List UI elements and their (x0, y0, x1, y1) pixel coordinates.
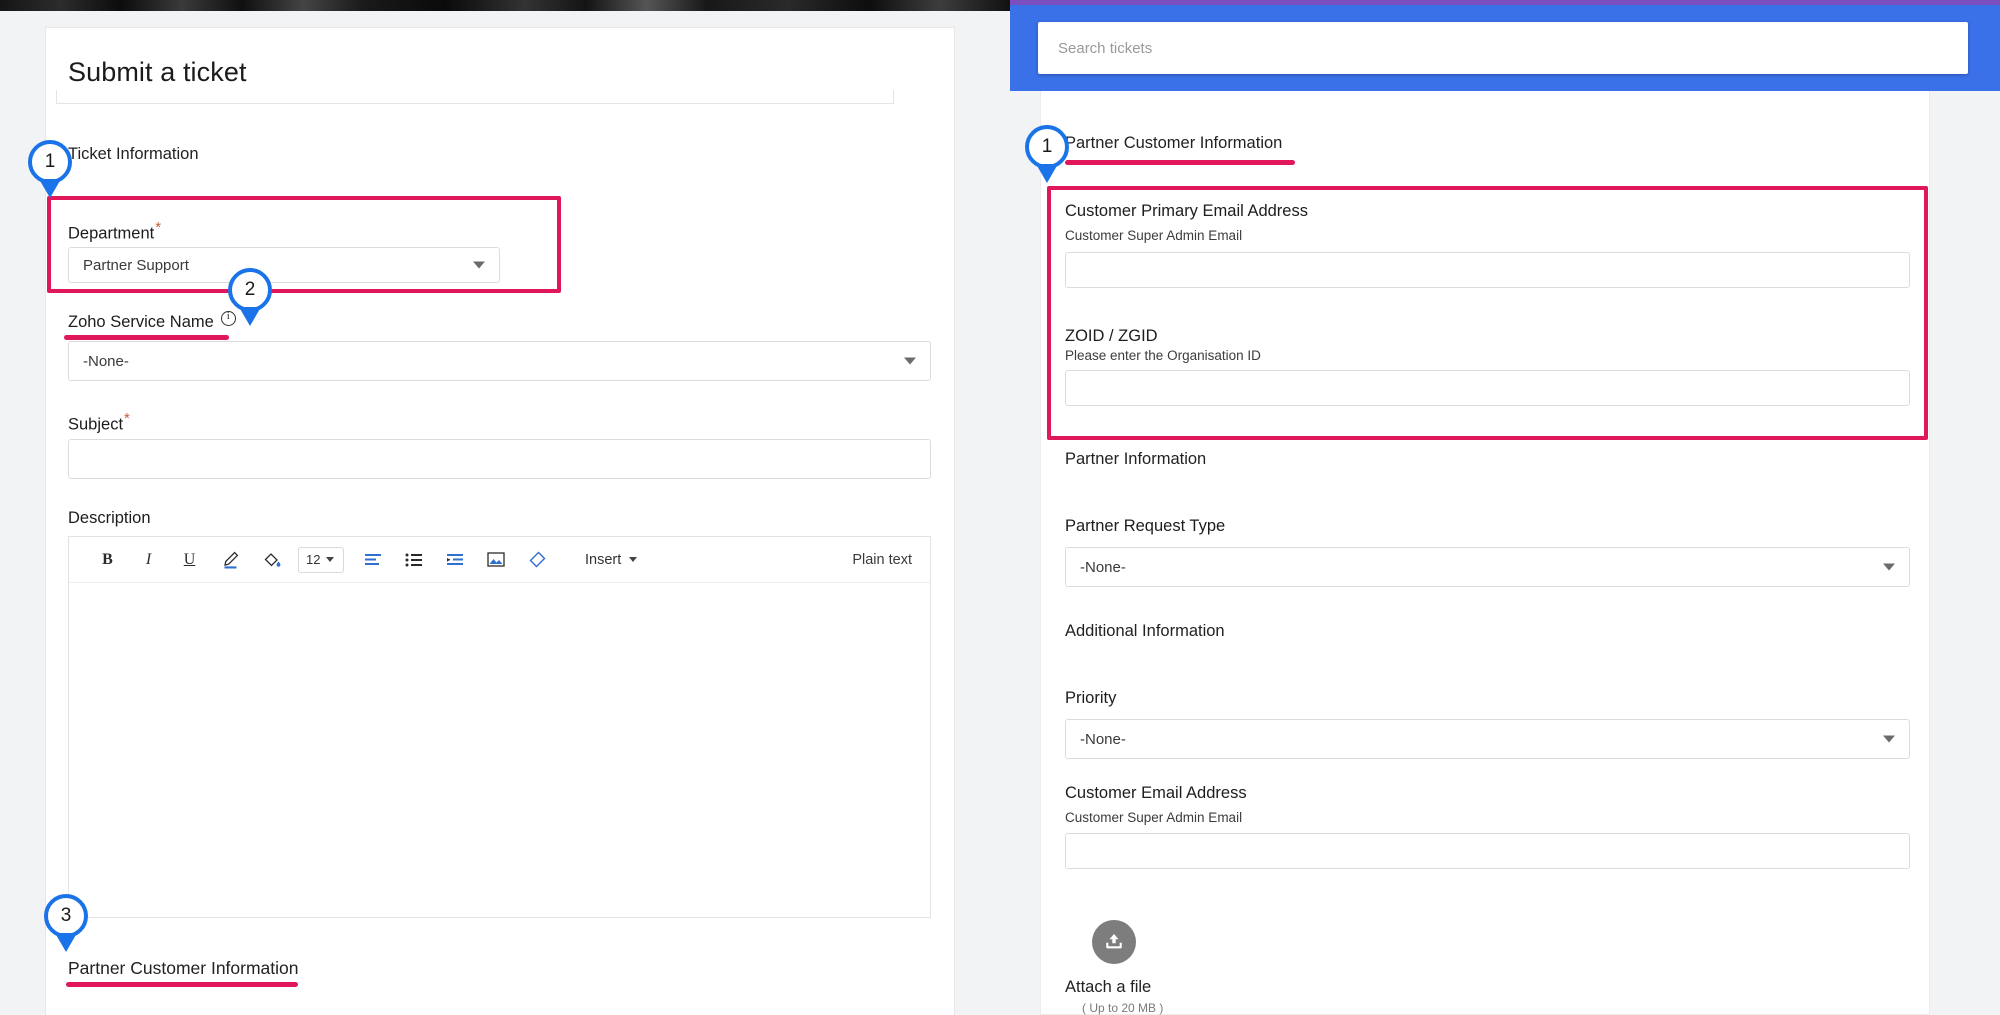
insert-menu-button[interactable]: Insert (585, 551, 638, 568)
attach-size-note: ( Up to 20 MB ) (1082, 1001, 1164, 1015)
annotation-pin-2-left-number: 2 (228, 268, 272, 312)
partner-request-type-label: Partner Request Type (1065, 517, 1226, 535)
annotation-pin-3-left-number: 3 (44, 894, 88, 938)
indent-icon[interactable] (434, 545, 475, 575)
plain-text-toggle[interactable]: Plain text (852, 552, 912, 568)
partner-request-type-select[interactable]: -None- (1065, 547, 1910, 587)
bold-icon[interactable]: B (87, 545, 128, 575)
priority-select[interactable]: -None- (1065, 719, 1910, 759)
chevron-down-icon (1883, 735, 1895, 743)
description-rich-text-editor: B I U 12 Insert Plain text (68, 536, 931, 918)
section-heading-partner-information: Partner Information (1065, 450, 1207, 468)
priority-selected-value: -None- (1080, 730, 1126, 748)
eraser-icon[interactable] (516, 545, 557, 575)
annotation-pin-1-right-number: 1 (1025, 125, 1069, 169)
font-size-value: 12 (306, 552, 321, 567)
pin-tail (39, 179, 61, 198)
editor-toolbar: B I U 12 Insert Plain text (69, 537, 930, 583)
annotation-pin-1-left-number: 1 (28, 140, 72, 184)
pin-tail (1036, 164, 1058, 183)
highlight-box-customer-info-fields (1047, 186, 1928, 440)
insert-label: Insert (585, 551, 622, 568)
annotation-pin-1-left: 1 (28, 140, 72, 198)
annotation-pin-3-left: 3 (44, 894, 88, 952)
page-title: Submit a ticket (68, 57, 247, 87)
paint-bucket-icon[interactable] (251, 545, 292, 575)
highlight-box-department (47, 196, 561, 293)
underline-icon[interactable]: U (169, 545, 210, 575)
italic-icon[interactable]: I (128, 545, 169, 575)
description-editor-body[interactable] (69, 583, 930, 917)
chevron-down-icon (326, 557, 335, 562)
partially-visible-field-above[interactable] (56, 90, 894, 104)
annotation-pin-2-left: 2 (228, 268, 272, 326)
chevron-down-icon (904, 357, 916, 365)
upload-icon[interactable] (1092, 920, 1136, 964)
help-center-header: Search tickets (1010, 5, 2000, 91)
search-tickets-field[interactable]: Search tickets (1038, 22, 1968, 74)
chevron-down-icon (1883, 563, 1895, 571)
chevron-down-icon (629, 557, 638, 562)
pen-icon[interactable] (210, 545, 251, 575)
align-left-icon[interactable] (352, 545, 393, 575)
section-heading-partner-customer-information-right: Partner Customer Information (1065, 134, 1283, 152)
highlight-underline-partner-customer-information-left (66, 982, 298, 987)
zoho-service-name-select[interactable]: -None- (68, 341, 931, 381)
attach-a-file-label[interactable]: Attach a file (1065, 978, 1151, 997)
section-heading-partner-customer-information: Partner Customer Information (68, 958, 299, 978)
description-label: Description (68, 509, 151, 527)
bulleted-list-icon[interactable] (393, 545, 434, 575)
search-input-placeholder: Search tickets (1058, 39, 1153, 57)
highlight-underline-zoho-service-name (64, 335, 229, 340)
highlight-underline-partner-customer-information-right (1065, 160, 1295, 165)
pin-tail (55, 933, 77, 952)
subject-label-text: Subject (68, 415, 124, 434)
zoho-service-name-selected-value: -None- (83, 352, 129, 370)
priority-label: Priority (1065, 689, 1117, 707)
customer-email-address-label: Customer Email Address (1065, 784, 1247, 802)
zoho-service-name-label-text: Zoho Service Name (68, 313, 214, 331)
zoho-service-name-label: Zoho Service Name (68, 310, 236, 332)
partner-request-type-selected-value: -None- (1080, 558, 1126, 576)
required-asterisk: * (124, 410, 130, 427)
section-heading-ticket-information: Ticket Information (68, 145, 199, 163)
customer-email-address-hint: Customer Super Admin Email (1065, 810, 1243, 825)
subject-input[interactable] (68, 439, 931, 479)
font-size-select[interactable]: 12 (298, 546, 344, 573)
page-banner-image (0, 0, 1010, 11)
pin-tail (239, 307, 261, 326)
section-heading-additional-information: Additional Information (1065, 622, 1225, 640)
image-icon[interactable] (475, 545, 516, 575)
annotation-pin-1-right: 1 (1025, 125, 1069, 183)
subject-label: Subject* (68, 410, 130, 435)
customer-email-address-input[interactable] (1065, 833, 1910, 869)
